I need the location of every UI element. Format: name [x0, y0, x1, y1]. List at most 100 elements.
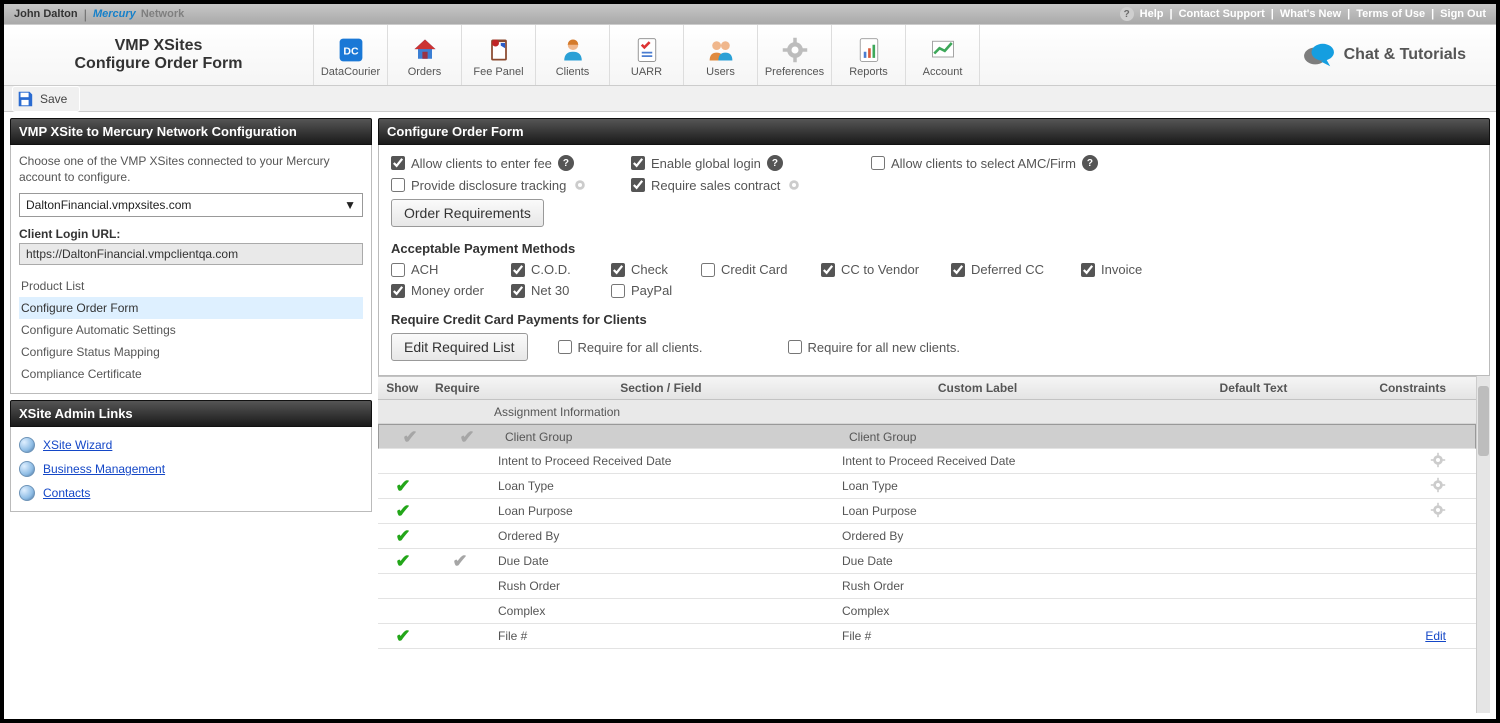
- allow-fee-checkbox[interactable]: [391, 156, 405, 170]
- constraints-cell[interactable]: Edit: [1412, 629, 1476, 643]
- field-cell: Intent to Proceed Received Date: [492, 454, 842, 468]
- table-row[interactable]: Rush OrderRush Order: [378, 574, 1476, 599]
- show-cell[interactable]: ✔: [378, 627, 428, 645]
- field-cell: Ordered By: [492, 529, 842, 543]
- main-panel-header: Configure Order Form: [378, 118, 1490, 145]
- gear-icon[interactable]: [786, 177, 802, 193]
- table-row[interactable]: Intent to Proceed Received DateIntent to…: [378, 449, 1476, 474]
- nav-orders[interactable]: Orders: [388, 25, 462, 85]
- table-row[interactable]: ✔✔Client GroupClient Group: [378, 424, 1476, 449]
- table-row[interactable]: ✔ Ordered ByOrdered By: [378, 524, 1476, 549]
- client-icon: [558, 36, 588, 64]
- nav-auto-settings[interactable]: Configure Automatic Settings: [19, 319, 363, 341]
- report-icon: [854, 36, 884, 64]
- custom-label-cell: Loan Purpose: [842, 504, 1152, 518]
- table-row[interactable]: ComplexComplex: [378, 599, 1476, 624]
- require-cell[interactable]: ✔: [435, 428, 499, 446]
- xsite-wizard-link[interactable]: XSite Wizard: [43, 438, 112, 452]
- pay-paypal[interactable]: [611, 284, 625, 298]
- chat-tutorials[interactable]: Chat & Tutorials: [1302, 25, 1496, 85]
- select-amc-checkbox[interactable]: [871, 156, 885, 170]
- nav-compliance-cert[interactable]: Compliance Certificate: [19, 363, 363, 385]
- save-button[interactable]: Save: [12, 86, 80, 112]
- show-cell[interactable]: ✔: [378, 477, 428, 495]
- contact-support-link[interactable]: Contact Support: [1179, 8, 1265, 20]
- whats-new-link[interactable]: What's New: [1280, 8, 1341, 20]
- field-cell: Due Date: [492, 554, 842, 568]
- table-row[interactable]: ✔ Loan TypeLoan Type: [378, 474, 1476, 499]
- show-cell[interactable]: ✔: [378, 552, 428, 570]
- global-login-checkbox[interactable]: [631, 156, 645, 170]
- svg-text:DC: DC: [343, 45, 359, 57]
- scrollbar-thumb[interactable]: [1478, 386, 1489, 456]
- require-new-checkbox[interactable]: [788, 340, 802, 354]
- help-icon[interactable]: ?: [558, 155, 574, 171]
- help-icon[interactable]: ?: [767, 155, 783, 171]
- pay-cod[interactable]: [511, 263, 525, 277]
- table-row[interactable]: ✔File #File #Edit: [378, 624, 1476, 649]
- pay-deferred[interactable]: [951, 263, 965, 277]
- globe-icon: [19, 461, 35, 477]
- field-cell: Rush Order: [492, 579, 842, 593]
- nav-users[interactable]: Users: [684, 25, 758, 85]
- help-icon[interactable]: ?: [1082, 155, 1098, 171]
- table-row[interactable]: ✔Loan PurposeLoan Purpose: [378, 499, 1476, 524]
- clipboard-icon: [484, 36, 514, 64]
- constraints-cell[interactable]: [1412, 502, 1476, 521]
- mercury-brand: Mercury Network: [93, 8, 184, 20]
- terms-link[interactable]: Terms of Use: [1356, 8, 1425, 20]
- page-title-block: VMP XSites Configure Order Form: [4, 25, 314, 85]
- username: John Dalton: [14, 8, 78, 20]
- users-icon: [706, 36, 736, 64]
- require-cc-header: Require Credit Card Payments for Clients: [391, 312, 1477, 327]
- nav-datacourier[interactable]: DC DataCourier: [314, 25, 388, 85]
- signout-link[interactable]: Sign Out: [1440, 8, 1486, 20]
- nav-status-mapping[interactable]: Configure Status Mapping: [19, 341, 363, 363]
- pay-credit[interactable]: [701, 263, 715, 277]
- gear-icon[interactable]: [572, 177, 588, 193]
- show-cell[interactable]: ✔: [385, 428, 435, 446]
- sales-contract-checkbox[interactable]: [631, 178, 645, 192]
- topbar: John Dalton | Mercury Network ? Help| Co…: [4, 4, 1496, 24]
- custom-label-cell: Loan Type: [842, 479, 1152, 493]
- nav-feepanel[interactable]: Fee Panel: [462, 25, 536, 85]
- nav-uarr[interactable]: UARR: [610, 25, 684, 85]
- globe-icon: [19, 437, 35, 453]
- save-icon: [16, 90, 34, 108]
- pay-money[interactable]: [391, 284, 405, 298]
- constraints-cell[interactable]: [1412, 477, 1476, 496]
- require-all-checkbox[interactable]: [558, 340, 572, 354]
- house-icon: [410, 36, 440, 64]
- show-cell[interactable]: ✔: [378, 527, 428, 545]
- pay-check[interactable]: [611, 263, 625, 277]
- xsite-select[interactable]: DaltonFinancial.vmpxsites.com ▼: [19, 193, 363, 217]
- pay-invoice[interactable]: [1081, 263, 1095, 277]
- custom-label-cell: File #: [842, 629, 1152, 643]
- left-column: VMP XSite to Mercury Network Configurati…: [10, 118, 372, 713]
- table-row[interactable]: ✔✔Due DateDue Date: [378, 549, 1476, 574]
- edit-required-list-button[interactable]: Edit Required List: [391, 333, 528, 361]
- field-cell: Loan Type: [492, 479, 842, 493]
- nav-account[interactable]: Account: [906, 25, 980, 85]
- custom-label-cell: Due Date: [842, 554, 1152, 568]
- order-requirements-button[interactable]: Order Requirements: [391, 199, 544, 227]
- nav-preferences[interactable]: Preferences: [758, 25, 832, 85]
- business-mgmt-link[interactable]: Business Management: [43, 462, 165, 476]
- checklist-icon: [632, 36, 662, 64]
- require-cell[interactable]: ✔: [428, 552, 492, 570]
- pay-ccvendor[interactable]: [821, 263, 835, 277]
- help-link[interactable]: Help: [1140, 8, 1164, 20]
- scrollbar[interactable]: [1476, 376, 1490, 713]
- nav-clients[interactable]: Clients: [536, 25, 610, 85]
- contacts-link[interactable]: Contacts: [43, 486, 90, 500]
- pay-net30[interactable]: [511, 284, 525, 298]
- nav-configure-order-form[interactable]: Configure Order Form: [19, 297, 363, 319]
- custom-label-cell: Ordered By: [842, 529, 1152, 543]
- disclosure-checkbox[interactable]: [391, 178, 405, 192]
- nav-product-list[interactable]: Product List: [19, 275, 363, 297]
- show-cell[interactable]: ✔: [378, 502, 428, 520]
- constraints-cell[interactable]: [1412, 452, 1476, 471]
- help-icon[interactable]: ?: [1120, 7, 1134, 21]
- nav-reports[interactable]: Reports: [832, 25, 906, 85]
- pay-ach[interactable]: [391, 263, 405, 277]
